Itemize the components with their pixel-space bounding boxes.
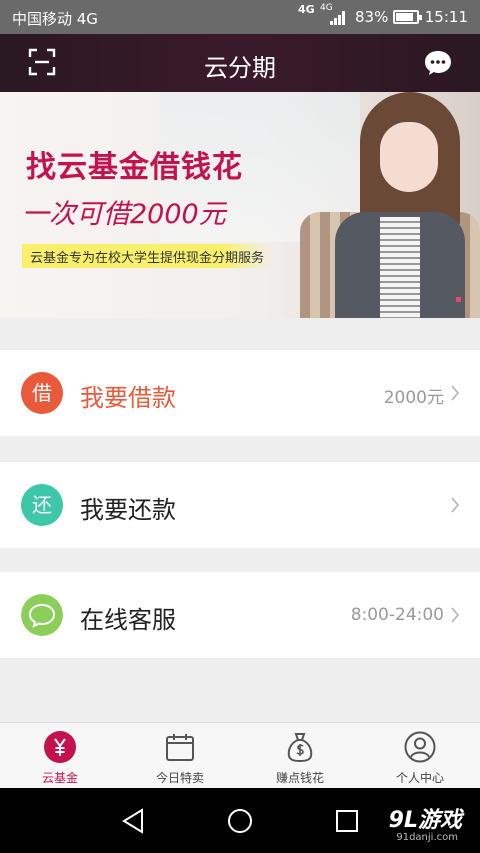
chevron-right-icon xyxy=(451,385,460,401)
calendar-icon xyxy=(166,734,194,761)
battery-fill xyxy=(396,13,413,21)
watermark-domain: 91danji.com xyxy=(396,832,458,843)
tab-yun-fund[interactable]: 云基金 xyxy=(0,723,120,789)
promo-banner[interactable]: 找云基金借钱花 一次可借2000元 云基金专为在校大学生提供现金分期服务 xyxy=(0,92,480,318)
repay-row[interactable]: 还 我要还款 xyxy=(0,462,480,548)
tab-label: 个人中心 xyxy=(395,771,444,785)
chevron-right-icon xyxy=(451,607,460,623)
banner-model-shirt xyxy=(380,217,420,318)
chat-icon[interactable] xyxy=(424,50,452,76)
banner-model-face xyxy=(380,122,438,192)
banner-tagline: 云基金专为在校大学生提供现金分期服务 xyxy=(22,244,273,268)
signal-icon xyxy=(330,11,345,25)
borrow-amount: 2000元 xyxy=(383,388,444,408)
repay-label: 我要还款 xyxy=(80,496,176,524)
home-icon[interactable] xyxy=(225,806,255,836)
network-type-label: 4G xyxy=(298,3,315,16)
battery-icon xyxy=(393,10,422,24)
status-bar: 中国移动 4G 4G 4G 83% 15:11 xyxy=(0,0,480,34)
chevron-right-icon xyxy=(451,497,460,513)
online-service-row[interactable]: 在线客服 8:00-24:00 xyxy=(0,572,480,658)
tab-label: 今日特卖 xyxy=(155,771,204,785)
battery-percent-label: 83% xyxy=(355,8,389,26)
banner-headline: 找云基金借钱花 xyxy=(26,150,243,185)
online-service-label: 在线客服 xyxy=(80,606,176,634)
borrow-badge-icon: 借 xyxy=(21,372,63,414)
recents-icon[interactable] xyxy=(332,806,362,836)
service-hours: 8:00-24:00 xyxy=(350,605,444,625)
tab-profile[interactable]: 个人中心 xyxy=(360,723,480,789)
watermark-logo: 9L游戏 xyxy=(388,808,462,833)
banner-page-indicator xyxy=(456,297,461,302)
person-icon xyxy=(404,731,436,763)
borrow-row[interactable]: 借 我要借款 2000元 xyxy=(0,350,480,436)
bottom-nav: 云基金 今日特卖 赚点钱花 个人中心 xyxy=(0,722,480,788)
speech-bubble-icon xyxy=(21,594,63,636)
banner-subheadline: 一次可借2000元 xyxy=(22,199,226,230)
borrow-label: 我要借款 xyxy=(80,384,176,412)
yen-icon xyxy=(44,731,76,763)
tab-earn-money[interactable]: 赚点钱花 xyxy=(240,723,360,789)
header: 云分期 xyxy=(0,34,480,92)
repay-badge-icon: 还 xyxy=(21,484,63,526)
money-bag-icon xyxy=(287,733,313,763)
system-nav-bar: 9L游戏 91danji.com xyxy=(0,788,480,853)
carrier-label: 中国移动 4G xyxy=(12,10,98,28)
tab-label: 云基金 xyxy=(41,771,78,785)
page-title: 云分期 xyxy=(204,54,276,82)
tab-daily-sale[interactable]: 今日特卖 xyxy=(120,723,240,789)
clock: 15:11 xyxy=(424,8,468,26)
tab-label: 赚点钱花 xyxy=(275,771,324,785)
back-icon[interactable] xyxy=(118,806,148,836)
